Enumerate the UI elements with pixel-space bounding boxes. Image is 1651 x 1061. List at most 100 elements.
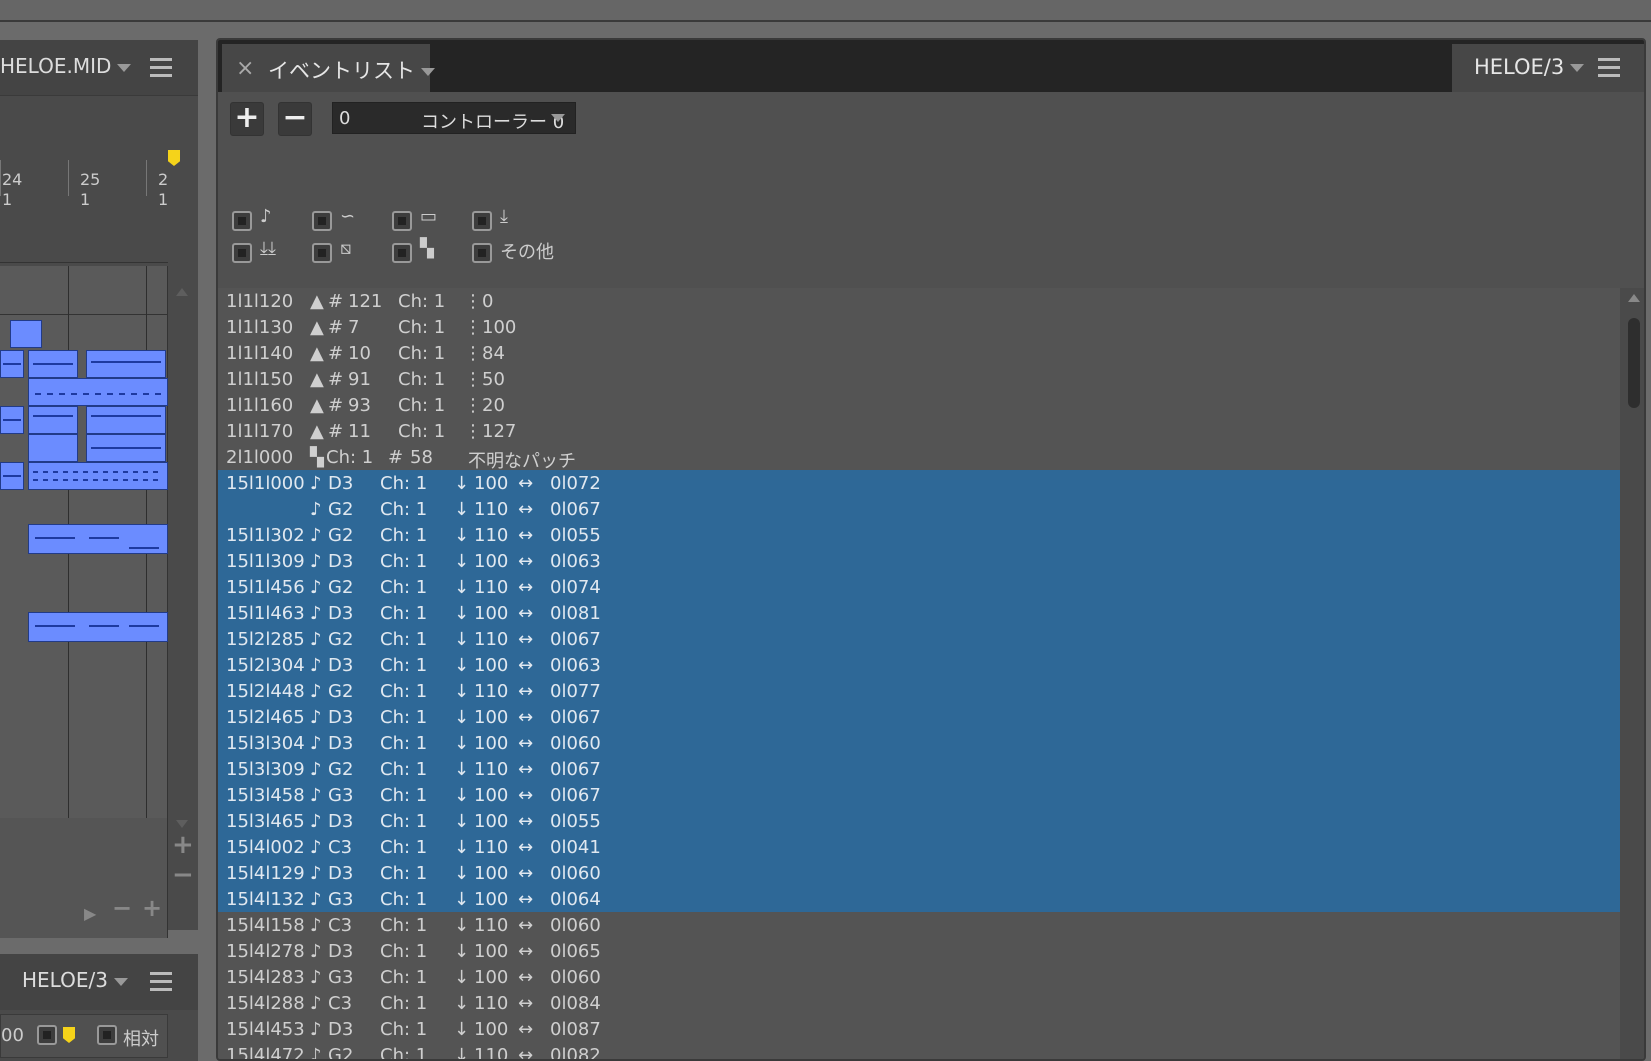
note-velocity[interactable]: 110	[474, 577, 508, 598]
checkbox[interactable]	[312, 210, 332, 231]
controller-value[interactable]: 100	[482, 317, 516, 338]
note-pitch[interactable]: G3	[328, 889, 353, 910]
channel[interactable]: Ch: 1	[380, 499, 427, 520]
pitchbend-filter[interactable]: ∽	[312, 206, 355, 231]
midi-clip[interactable]	[86, 406, 166, 434]
channel[interactable]: Ch: 1	[398, 369, 445, 390]
event-list[interactable]: 1l1l120 ▲ 121 # Ch: 1 ⋮ 0 1l1l130 ▲ 7 # Ch: 1 ⋮ 100 1l…	[218, 288, 1620, 1059]
event-row[interactable]: 1l1l150 ▲ 91 # Ch: 1 ⋮ 50	[218, 366, 1620, 393]
scroll-thumb[interactable]	[1628, 318, 1640, 408]
channel[interactable]: Ch: 1	[380, 837, 427, 858]
event-row[interactable]: 15l1l309 ♪ D3 Ch: 1 ↓ 100 ↔ 0l063	[218, 548, 1620, 575]
channel[interactable]: Ch: 1	[380, 681, 427, 702]
channel[interactable]: Ch: 1	[380, 629, 427, 650]
channel[interactable]: Ch: 1	[380, 811, 427, 832]
note-length[interactable]: 0l072	[550, 473, 601, 494]
note-length[interactable]: 0l074	[550, 577, 601, 598]
event-time[interactable]: 15l3l304	[226, 733, 305, 754]
event-time[interactable]: 15l3l458	[226, 785, 305, 806]
channel[interactable]: Ch: 1	[326, 447, 373, 468]
note-velocity[interactable]: 100	[474, 863, 508, 884]
event-time[interactable]: 15l1l309	[226, 551, 305, 572]
event-row[interactable]: 15l2l448 ♪ G2 Ch: 1 ↓ 110 ↔ 0l077	[218, 678, 1620, 705]
channel[interactable]: Ch: 1	[398, 395, 445, 416]
event-time[interactable]: 15l4l002	[226, 837, 305, 858]
midi-clip[interactable]	[0, 406, 24, 434]
channel[interactable]: Ch: 1	[380, 967, 427, 988]
note-pitch[interactable]: G2	[328, 629, 353, 650]
event-row[interactable]: 15l3l465 ♪ D3 Ch: 1 ↓ 100 ↔ 0l055	[218, 808, 1620, 835]
event-time[interactable]: 15l4l288	[226, 993, 305, 1014]
remove-event-button[interactable]: −	[278, 102, 312, 136]
note-pitch[interactable]: C3	[328, 915, 352, 936]
note-velocity[interactable]: 100	[474, 655, 508, 676]
event-row[interactable]: 15l4l002 ♪ C3 Ch: 1 ↓ 110 ↔ 0l041	[218, 834, 1620, 861]
note-pitch[interactable]: G2	[328, 499, 353, 520]
controller-number[interactable]: 10	[348, 343, 371, 364]
event-row[interactable]: 15l1l000 ♪ D3 Ch: 1 ↓ 100 ↔ 0l072	[218, 470, 1620, 497]
checkbox[interactable]	[37, 1025, 57, 1045]
play-icon[interactable]: ▶	[84, 904, 96, 923]
controller-number[interactable]: 121	[348, 291, 382, 312]
zoom-out-button[interactable]: −	[172, 860, 194, 890]
zoom-in-button[interactable]: +	[172, 830, 194, 860]
event-row[interactable]: 1l1l120 ▲ 121 # Ch: 1 ⋮ 0	[218, 288, 1620, 315]
event-row[interactable]: 2l1l000 ▚ Ch: 1 #58 不明なパッチ	[218, 444, 1620, 472]
note-length[interactable]: 0l082	[550, 1045, 601, 1059]
note-pitch[interactable]: G2	[328, 1045, 353, 1059]
channel[interactable]: Ch: 1	[398, 291, 445, 312]
event-time[interactable]: 15l4l453	[226, 1019, 305, 1040]
tab-event-list[interactable]: × イベントリスト	[222, 44, 435, 92]
controller-number[interactable]: 91	[348, 369, 371, 390]
event-row[interactable]: 15l4l132 ♪ G3 Ch: 1 ↓ 100 ↔ 0l064	[218, 886, 1620, 913]
note-length[interactable]: 0l067	[550, 785, 601, 806]
close-icon[interactable]: ×	[236, 56, 254, 81]
channel[interactable]: Ch: 1	[398, 343, 445, 364]
channel[interactable]: Ch: 1	[398, 421, 445, 442]
note-pitch[interactable]: D3	[328, 473, 353, 494]
event-time[interactable]: 2l1l000	[226, 447, 293, 468]
note-pitch[interactable]: D3	[328, 655, 353, 676]
note-length[interactable]: 0l067	[550, 499, 601, 520]
midi-clip[interactable]	[28, 524, 168, 554]
note-pitch[interactable]: G3	[328, 785, 353, 806]
checkbox[interactable]	[232, 242, 252, 263]
note-length[interactable]: 0l064	[550, 889, 601, 910]
controller-number[interactable]: 93	[348, 395, 371, 416]
scroll-up-icon[interactable]	[1628, 294, 1640, 302]
note-velocity[interactable]: 100	[474, 733, 508, 754]
relative-checkbox[interactable]	[97, 1025, 117, 1045]
channel[interactable]: Ch: 1	[398, 317, 445, 338]
note-velocity[interactable]: 100	[474, 603, 508, 624]
note-pitch[interactable]: G2	[328, 759, 353, 780]
note-length[interactable]: 0l063	[550, 655, 601, 676]
song-title[interactable]: HELOE.MID	[0, 54, 132, 78]
note-pitch[interactable]: D3	[328, 811, 353, 832]
note-velocity[interactable]: 110	[474, 525, 508, 546]
note-length[interactable]: 0l065	[550, 941, 601, 962]
note-pitch[interactable]: D3	[328, 1019, 353, 1040]
channel[interactable]: Ch: 1	[380, 473, 427, 494]
event-time[interactable]: 1l1l160	[226, 395, 293, 416]
note-length[interactable]: 0l060	[550, 967, 601, 988]
note-length[interactable]: 0l060	[550, 863, 601, 884]
channel[interactable]: Ch: 1	[380, 1019, 427, 1040]
event-time[interactable]: 15l4l283	[226, 967, 305, 988]
event-time[interactable]: 15l4l472	[226, 1045, 305, 1059]
event-time[interactable]: 15l1l000	[226, 473, 305, 494]
channel[interactable]: Ch: 1	[380, 577, 427, 598]
note-length[interactable]: 0l055	[550, 525, 601, 546]
midi-clip[interactable]	[28, 406, 78, 434]
note-length[interactable]: 0l041	[550, 837, 601, 858]
event-time[interactable]: 15l1l456	[226, 577, 305, 598]
event-row[interactable]: 15l4l158 ♪ C3 Ch: 1 ↓ 110 ↔ 0l060	[218, 912, 1620, 939]
channel[interactable]: Ch: 1	[380, 759, 427, 780]
event-time[interactable]: 15l2l304	[226, 655, 305, 676]
note-velocity[interactable]: 100	[474, 889, 508, 910]
controller-value[interactable]: 127	[482, 421, 516, 442]
event-time[interactable]: 1l1l150	[226, 369, 293, 390]
event-row[interactable]: 15l2l285 ♪ G2 Ch: 1 ↓ 110 ↔ 0l067	[218, 626, 1620, 653]
note-velocity[interactable]: 100	[474, 707, 508, 728]
note-pitch[interactable]: C3	[328, 993, 352, 1014]
midi-clip[interactable]	[86, 350, 166, 378]
